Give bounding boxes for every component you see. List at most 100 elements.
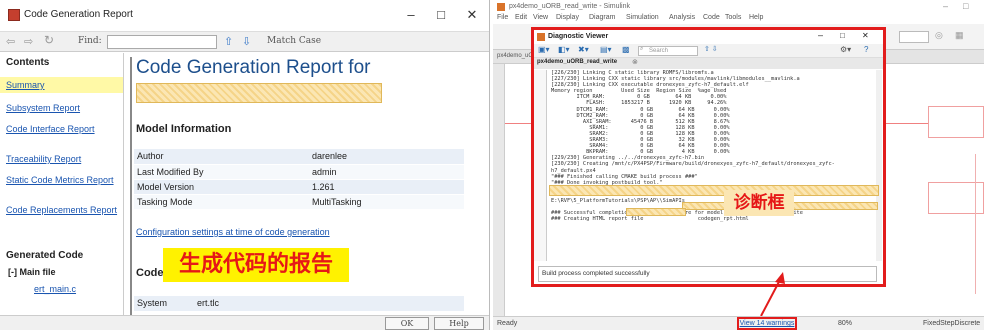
report-window-title: Code Generation Report: [24, 9, 133, 20]
code-heading: Code: [136, 267, 164, 279]
sidebar-item-static-code-metrics-report[interactable]: Static Code Metrics Report: [6, 175, 121, 186]
log-line: ### Creating HTML report file codegen_rp…: [551, 216, 749, 223]
find-next-icon[interactable]: ⇩: [242, 35, 251, 48]
diagnostic-toolbar: ▣▾ ◧▾ ✖▾ ▤▾ ▩ Search ⌕ ⇧ ⇩ ⚙▾ ?: [534, 44, 883, 58]
main-file-toggle[interactable]: [-] Main file: [8, 267, 56, 277]
report-button-bar: OK Help: [0, 315, 489, 330]
diagnostic-minimize-icon[interactable]: –: [818, 30, 823, 40]
menu-analysis[interactable]: Analysis: [669, 14, 695, 21]
report-path-redaction: [626, 208, 686, 216]
sidebar-item-subsystem-report[interactable]: Subsystem Report: [6, 103, 121, 114]
simulink-title-bar: px4demo_uORB_read_write - Simulink – □: [493, 0, 984, 14]
model-information-heading: Model Information: [136, 123, 232, 135]
help-button[interactable]: Help: [434, 317, 484, 330]
canvas-block-top[interactable]: [928, 106, 984, 138]
simulink-app-icon: [497, 3, 505, 11]
diag-tool-icon[interactable]: ▣▾: [538, 45, 550, 54]
content-divider: [130, 57, 132, 315]
path-redaction: [549, 185, 879, 196]
code-info-table: System ert.tlc: [134, 296, 464, 312]
forward-arrow-icon[interactable]: ⇨: [24, 35, 33, 48]
diag-highlight-icon[interactable]: ▩: [622, 45, 630, 54]
file-link-ert-main[interactable]: ert_main.c: [34, 284, 123, 295]
diag-search-input[interactable]: Search: [638, 46, 698, 56]
info-label: Model Version: [134, 179, 309, 195]
info-label: Tasking Mode: [134, 194, 309, 210]
code-generation-report-window: Code Generation Report – □ ✕ ⇦ ⇨ ↻ Find:…: [0, 0, 490, 330]
sidebar-item-code-replacements-report[interactable]: Code Replacements Report: [6, 205, 121, 216]
menu-file[interactable]: File: [497, 14, 508, 21]
canvas-line-vertical: [975, 154, 976, 294]
toolbar-grid-icon[interactable]: ▦: [955, 30, 964, 41]
status-solver: FixedStepDiscrete: [923, 320, 981, 327]
sidebar-item-code-interface-report[interactable]: Code Interface Report: [6, 124, 121, 135]
info-label: Author: [134, 149, 309, 165]
model-info-table: Author darenlee Last Modified By admin Mod…: [134, 149, 464, 210]
diagnostic-model-tab[interactable]: px4demo_uORB_read_write: [537, 59, 617, 65]
contents-heading: Contents: [6, 57, 50, 68]
menu-display[interactable]: Display: [556, 14, 579, 21]
diagnostic-annotation-label: 诊断框: [724, 190, 794, 216]
diagnostic-title-bar: Diagnostic Viewer – □ ✕: [534, 30, 883, 44]
diag-filter-icon[interactable]: ◧▾: [558, 45, 570, 54]
back-arrow-icon[interactable]: ⇦: [6, 35, 15, 48]
toolbar-dropdown[interactable]: [899, 31, 929, 43]
generated-code-heading: Generated Code: [6, 250, 84, 261]
toolbar-settings-icon[interactable]: ◎: [935, 30, 943, 41]
maximize-icon[interactable]: □: [430, 6, 452, 24]
diag-help-icon[interactable]: ?: [864, 45, 868, 54]
ok-button[interactable]: OK: [385, 317, 429, 330]
diagnostic-tab-bar: px4demo_uORB_read_write ⊗: [534, 58, 883, 69]
report-annotation-label: 生成代码的报告: [163, 248, 349, 282]
menu-code[interactable]: Code: [703, 14, 720, 21]
status-zoom: 80%: [838, 320, 853, 327]
build-status-line: Build process completed successfully: [538, 266, 877, 282]
report-contents-sidebar: Contents Summary Subsystem Report Code I…: [0, 53, 124, 315]
menu-edit[interactable]: Edit: [515, 14, 527, 21]
find-previous-icon[interactable]: ⇧: [224, 35, 233, 48]
menu-diagram[interactable]: Diagram: [589, 14, 615, 21]
diag-group-icon[interactable]: ▤▾: [600, 45, 612, 54]
close-icon[interactable]: ✕: [461, 6, 483, 24]
tab-close-icon[interactable]: ⊗: [632, 58, 638, 66]
report-title-bar: Code Generation Report – □ ✕: [0, 0, 489, 32]
match-case-label[interactable]: Match Case: [267, 36, 321, 46]
report-main-title: Code Generation Report for: [136, 57, 371, 78]
diagnostic-app-icon: [537, 33, 545, 41]
simulink-window-title: px4demo_uORB_read_write - Simulink: [509, 3, 630, 10]
log-scrollbar[interactable]: [876, 70, 882, 261]
system-value: ert.tlc: [194, 296, 464, 312]
configuration-settings-link[interactable]: Configuration settings at time of code g…: [136, 227, 330, 237]
status-ready: Ready: [497, 320, 518, 327]
log-line: [230/230] Creating /mnt/c/PX4PSP/Firmwar…: [551, 161, 835, 168]
diagnostic-maximize-icon[interactable]: □: [840, 31, 845, 40]
simulink-minimize-icon[interactable]: –: [943, 1, 948, 11]
simulink-menu-bar: File Edit View Display Diagram Simulatio…: [493, 14, 984, 24]
info-label: Last Modified By: [134, 164, 309, 180]
diagnostic-close-icon[interactable]: ✕: [862, 31, 869, 40]
menu-simulation[interactable]: Simulation: [626, 14, 659, 21]
diag-clear-icon[interactable]: ✖▾: [578, 45, 589, 54]
table-row: Tasking Mode MultiTasking: [134, 194, 464, 210]
menu-help[interactable]: Help: [749, 14, 763, 21]
sidebar-item-traceability-report[interactable]: Traceability Report: [6, 154, 121, 165]
diag-settings-icon[interactable]: ⚙▾: [840, 45, 851, 54]
report-nav-bar: ⇦ ⇨ ↻ Find: ⇧ ⇩ Match Case: [0, 32, 489, 52]
diag-nav-arrows-icon[interactable]: ⇧ ⇩: [704, 45, 718, 53]
log-gutter: [534, 70, 546, 261]
simulink-status-bar: Ready View 14 warnings 80% FixedStepDisc…: [493, 316, 984, 330]
info-value: 1.261: [309, 179, 464, 195]
menu-tools[interactable]: Tools: [725, 14, 741, 21]
minimize-icon[interactable]: –: [400, 6, 422, 24]
palette-sidebar: [493, 64, 505, 316]
refresh-icon[interactable]: ↻: [44, 33, 54, 47]
sidebar-item-summary[interactable]: Summary: [6, 80, 121, 91]
menu-view[interactable]: View: [533, 14, 548, 21]
view-warnings-link[interactable]: View 14 warnings: [737, 317, 797, 330]
info-value: admin: [309, 164, 464, 180]
build-log: [226/230] Linking C static library ROMFS…: [546, 70, 876, 261]
annotation-arrow: [760, 272, 785, 317]
simulink-maximize-icon[interactable]: □: [963, 1, 968, 11]
model-name-redaction: [136, 83, 382, 103]
find-input[interactable]: [107, 35, 217, 49]
